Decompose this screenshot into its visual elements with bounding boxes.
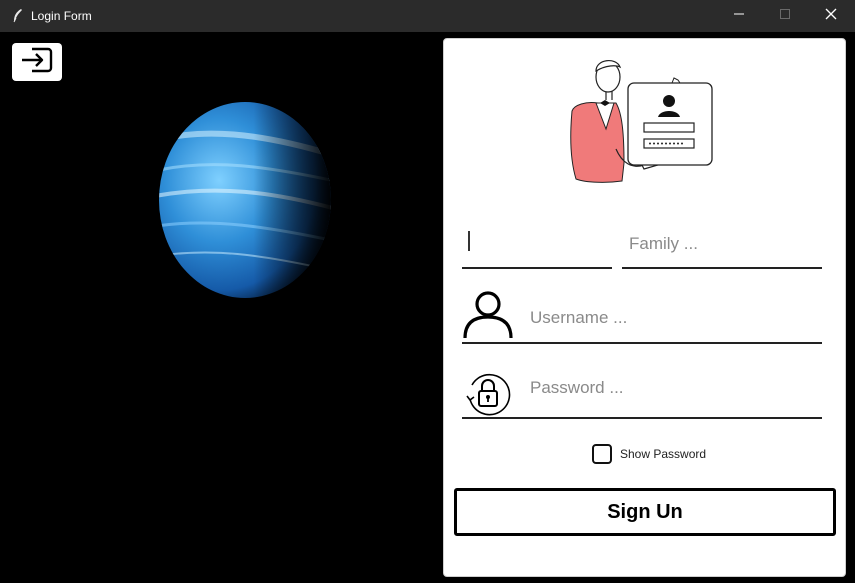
show-password-label: Show Password: [620, 447, 707, 461]
close-button[interactable]: [808, 0, 854, 32]
planet-image: [159, 102, 331, 298]
login-illustration: [562, 53, 722, 185]
family-placeholder: Family ...: [629, 234, 698, 253]
show-password-checkbox[interactable]: [592, 444, 612, 464]
family-field[interactable]: Family ...: [622, 225, 822, 269]
maximize-button[interactable]: [762, 0, 808, 32]
username-placeholder: Username ...: [530, 308, 628, 327]
first-name-underline: [462, 267, 612, 269]
first-name-field[interactable]: [462, 225, 612, 269]
password-underline: [462, 417, 822, 419]
text-cursor: [468, 231, 470, 251]
login-panel: Family ... Username ... Password ... Sho…: [443, 38, 846, 577]
family-underline: [622, 267, 822, 269]
feather-icon: [10, 8, 26, 24]
sign-up-button[interactable]: Sign Un: [454, 488, 836, 536]
close-icon: [825, 7, 837, 25]
space-background-image: [0, 32, 442, 583]
password-field[interactable]: Password ...: [462, 369, 822, 421]
minimize-button[interactable]: [716, 0, 762, 32]
username-underline: [462, 342, 822, 344]
login-window: Login Form Family ... Username ... Passw…: [0, 0, 855, 583]
window-title: Login Form: [31, 9, 92, 23]
exit-button[interactable]: [12, 43, 62, 81]
username-field[interactable]: Username ...: [462, 287, 822, 345]
user-icon: [462, 287, 514, 344]
exit-icon: [20, 45, 54, 80]
title-bar[interactable]: Login Form: [0, 0, 855, 32]
minimize-icon: [733, 7, 745, 25]
maximize-icon: [779, 7, 791, 25]
password-placeholder: Password ...: [530, 378, 624, 397]
lock-icon: [464, 369, 512, 422]
show-password-toggle[interactable]: Show Password: [592, 442, 706, 466]
